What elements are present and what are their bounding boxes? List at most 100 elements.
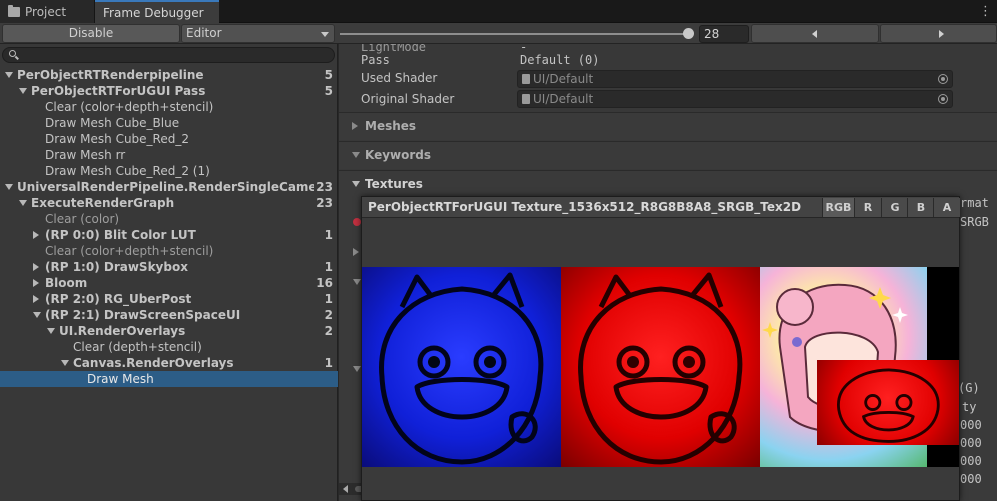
- tree-row[interactable]: UI.RenderOverlays 2: [0, 323, 338, 339]
- tree-row[interactable]: Draw Mesh Cube_Blue: [0, 115, 338, 131]
- tree-row[interactable]: Clear (color+depth+stencil): [0, 243, 338, 259]
- texture-preview-image: [362, 267, 959, 467]
- foldout-closed-icon[interactable]: [33, 279, 39, 287]
- channel-r-button[interactable]: R: [854, 198, 881, 217]
- tree-row-label: Draw Mesh Cube_Blue: [45, 116, 180, 130]
- channel-rgb-button[interactable]: RGB: [822, 198, 854, 217]
- tree-row[interactable]: Clear (color+depth+stencil): [0, 99, 338, 115]
- tree-row-count: 1: [324, 260, 333, 274]
- foldout-closed-icon[interactable]: [33, 263, 39, 271]
- target-dropdown[interactable]: Editor: [181, 24, 335, 43]
- kebab-menu-icon[interactable]: ⋮: [979, 4, 992, 19]
- section-meshes-label: Meshes: [365, 119, 417, 133]
- tree-row[interactable]: (RP 2:1) DrawScreenSpaceUI 2: [0, 307, 338, 323]
- shader-icon: [522, 74, 530, 84]
- original-shader-value: UI/Default: [533, 92, 594, 106]
- texture-preview-header: PerObjectRTForUGUI Texture_1536x512_R8G8…: [362, 197, 960, 218]
- disable-button[interactable]: Disable: [2, 24, 180, 43]
- foldout-open-icon[interactable]: [5, 184, 13, 190]
- tree-row[interactable]: Draw Mesh Cube_Red_2 (1): [0, 163, 338, 179]
- tree-row-count: 5: [324, 68, 333, 82]
- search-input[interactable]: [2, 47, 335, 63]
- foldout-closed-icon: [352, 122, 358, 130]
- tree-row[interactable]: PerObjectRTForUGUI Pass 5: [0, 83, 338, 99]
- foldout-open-icon[interactable]: [5, 72, 13, 78]
- tree-row-label: Draw Mesh Cube_Red_2 (1): [45, 164, 210, 178]
- partial-value-1: 000: [960, 418, 982, 432]
- event-slider-fill: [340, 33, 688, 35]
- partial-value-2: 000: [960, 436, 982, 450]
- scroll-left-icon[interactable]: [343, 485, 348, 493]
- tree-row[interactable]: Clear (depth+stencil): [0, 339, 338, 355]
- tree-row-label: Draw Mesh Cube_Red_2: [45, 132, 189, 146]
- original-shader-label: Original Shader: [361, 92, 455, 106]
- channel-a-button[interactable]: A: [933, 198, 960, 217]
- tree-row-label: Clear (color): [45, 212, 120, 226]
- previous-event-button[interactable]: [751, 24, 879, 43]
- tree-row[interactable]: Canvas.RenderOverlays 1: [0, 355, 338, 371]
- tree-row[interactable]: Bloom 16: [0, 275, 338, 291]
- tab-frame-debugger[interactable]: Frame Debugger: [95, 0, 219, 23]
- section-textures-label: Textures: [365, 177, 423, 191]
- tree-row-label: Draw Mesh rr: [45, 148, 126, 162]
- texture-tile-red: [561, 267, 760, 467]
- used-shader-label: Used Shader: [361, 71, 438, 85]
- event-tree: PerObjectRTRenderpipeline 5 PerObjectRTFor…: [0, 67, 338, 387]
- foldout-open-icon[interactable]: [47, 328, 55, 334]
- format-value: SRGB: [960, 215, 989, 229]
- tree-row[interactable]: ExecuteRenderGraph 23: [0, 195, 338, 211]
- tree-row[interactable]: Draw Mesh Cube_Red_2: [0, 131, 338, 147]
- tree-row[interactable]: (RP 0:0) Blit Color LUT 1: [0, 227, 338, 243]
- tree-row[interactable]: (RP 1:0) DrawSkybox 1: [0, 259, 338, 275]
- tree-row-count: 2: [324, 308, 333, 322]
- foldout-open-icon[interactable]: [33, 312, 41, 318]
- foldout-open-icon[interactable]: [19, 88, 27, 94]
- object-picker-icon[interactable]: [938, 74, 948, 84]
- channel-b-button[interactable]: B: [907, 198, 934, 217]
- partial-value-3: 000: [960, 454, 982, 468]
- tree-row-count: 1: [324, 356, 333, 370]
- tree-row-count: 2: [324, 324, 333, 338]
- tree-row-label: PerObjectRTForUGUI Pass: [31, 84, 206, 98]
- tree-row-count: 23: [316, 180, 333, 194]
- tree-row[interactable]: PerObjectRTRenderpipeline 5: [0, 67, 338, 83]
- creature-illustration-small: [837, 368, 940, 443]
- texture-preview-popup: PerObjectRTForUGUI Texture_1536x512_R8G8…: [361, 196, 960, 501]
- arrow-left-icon: [812, 30, 817, 38]
- tree-row[interactable]: Clear (color): [0, 211, 338, 227]
- foldout-open-icon[interactable]: [19, 200, 27, 206]
- original-shader-field[interactable]: UI/Default: [517, 90, 953, 108]
- tree-row-label: (RP 1:0) DrawSkybox: [45, 260, 188, 274]
- tab-project[interactable]: Project: [0, 0, 95, 23]
- pass-value: Default (0): [520, 53, 600, 67]
- event-slider-track[interactable]: [340, 33, 690, 35]
- tree-row[interactable]: Draw Mesh: [0, 371, 338, 387]
- window-tab-strip: Project Frame Debugger ⋮: [0, 0, 997, 23]
- tree-row-label: (RP 2:1) DrawScreenSpaceUI: [45, 308, 241, 322]
- channel-g-button[interactable]: G: [881, 198, 908, 217]
- texture-tile-overlay-red: [817, 360, 959, 445]
- foldout-closed-icon[interactable]: [33, 231, 39, 239]
- texture-preview-title: PerObjectRTForUGUI Texture_1536x512_R8G8…: [368, 200, 802, 214]
- next-event-button[interactable]: [880, 24, 997, 43]
- foldout-closed-icon[interactable]: [33, 295, 39, 303]
- format-column-header: rmat: [960, 196, 989, 210]
- object-picker-icon[interactable]: [938, 94, 948, 104]
- tree-row-label: Canvas.RenderOverlays: [73, 356, 234, 370]
- section-keywords[interactable]: Keywords: [339, 141, 997, 169]
- section-meshes[interactable]: Meshes: [339, 112, 997, 140]
- foldout-open-icon: [352, 181, 360, 187]
- event-slider-thumb[interactable]: [683, 28, 694, 39]
- tree-row[interactable]: UniversalRenderPipeline.RenderSingleCame…: [0, 179, 338, 195]
- tree-row-label: Clear (depth+stencil): [73, 340, 202, 354]
- folder-icon: [8, 4, 20, 17]
- foldout-open-icon[interactable]: [61, 360, 69, 366]
- used-shader-field[interactable]: UI/Default: [517, 70, 953, 88]
- target-dropdown-value: Editor: [186, 26, 222, 40]
- tree-row-count: 5: [324, 84, 333, 98]
- tree-row[interactable]: (RP 2:0) RG_UberPost 1: [0, 291, 338, 307]
- event-index-field[interactable]: 28: [699, 25, 749, 43]
- shader-icon: [522, 94, 530, 104]
- creature-illustration-red: [578, 272, 743, 465]
- tree-row[interactable]: Draw Mesh rr: [0, 147, 338, 163]
